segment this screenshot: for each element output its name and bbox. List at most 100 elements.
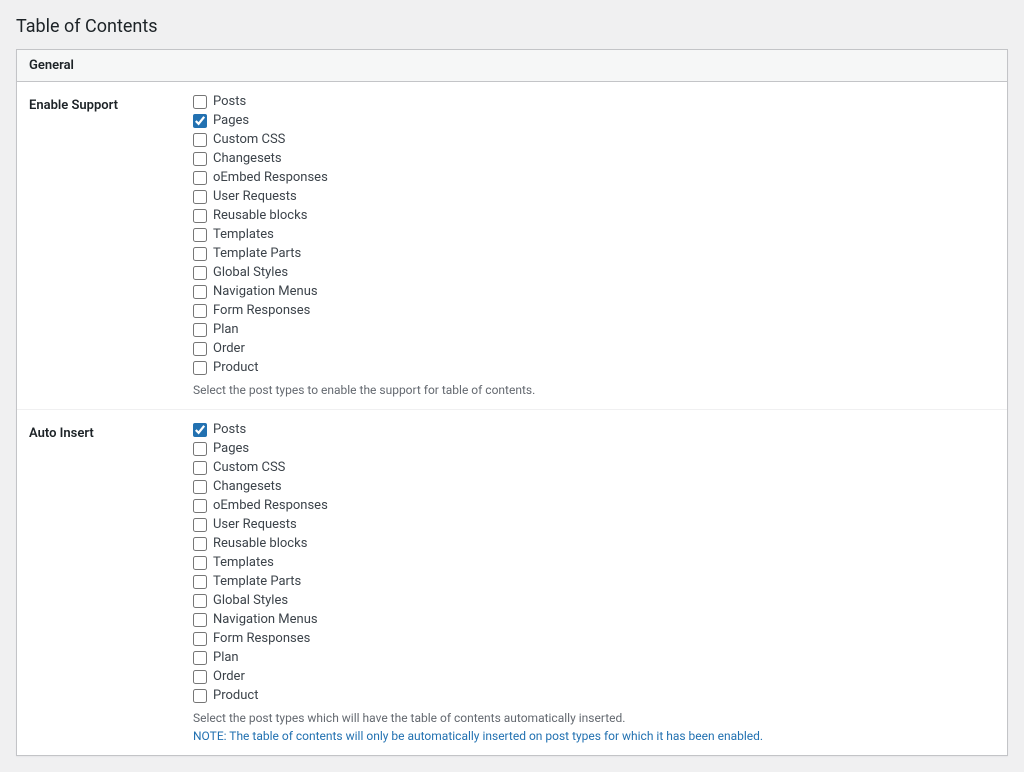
enable-support-row: Enable Support Posts Pages Custom CSS Chang… [17, 82, 1007, 410]
checkbox-item: oEmbed Responses [193, 170, 991, 185]
label-es_reusable[interactable]: Reusable blocks [213, 208, 307, 223]
checkbox-es_custom_css[interactable] [193, 133, 207, 147]
auto-insert-checkboxes: Posts Pages Custom CSS Changesets oEmbed Res… [193, 422, 991, 703]
checkbox-ai_plan[interactable] [193, 651, 207, 665]
label-es_changesets[interactable]: Changesets [213, 151, 282, 166]
checkbox-ai_global_styles[interactable] [193, 594, 207, 608]
auto-insert-note: NOTE: The table of contents will only be… [193, 729, 991, 743]
checkbox-es_user_requests[interactable] [193, 190, 207, 204]
checkbox-item: Global Styles [193, 593, 991, 608]
checkbox-item: Form Responses [193, 303, 991, 318]
checkbox-item: Template Parts [193, 574, 991, 589]
checkbox-ai_product[interactable] [193, 689, 207, 703]
label-es_template_parts[interactable]: Template Parts [213, 246, 301, 261]
checkbox-item: Posts [193, 422, 991, 437]
settings-card: General Enable Support PostsPagesCustom … [16, 49, 1008, 756]
checkbox-es_form_responses[interactable] [193, 304, 207, 318]
checkbox-item: Product [193, 360, 991, 375]
checkbox-item: Posts [193, 94, 991, 109]
checkbox-es_reusable[interactable] [193, 209, 207, 223]
checkbox-item: Plan [193, 322, 991, 337]
label-ai_template_parts[interactable]: Template Parts [213, 574, 301, 589]
label-es_oembed[interactable]: oEmbed Responses [213, 170, 328, 185]
checkbox-es_plan[interactable] [193, 323, 207, 337]
checkbox-ai_reusable[interactable] [193, 537, 207, 551]
checkbox-item: Navigation Menus [193, 284, 991, 299]
checkbox-item: Custom CSS [193, 132, 991, 147]
label-es_product[interactable]: Product [213, 360, 258, 375]
checkbox-ai_nav_menus[interactable] [193, 613, 207, 627]
checkbox-item: User Requests [193, 517, 991, 532]
checkbox-es_posts[interactable] [193, 95, 207, 109]
checkbox-es_oembed[interactable] [193, 171, 207, 185]
label-ai_global_styles[interactable]: Global Styles [213, 593, 288, 608]
label-es_nav_menus[interactable]: Navigation Menus [213, 284, 318, 299]
enable-support-checkboxes: Posts Pages Custom CSS Changesets oEmbed Res… [193, 94, 991, 375]
label-ai_product[interactable]: Product [213, 688, 258, 703]
label-ai_nav_menus[interactable]: Navigation Menus [213, 612, 318, 627]
checkbox-es_product[interactable] [193, 361, 207, 375]
label-es_form_responses[interactable]: Form Responses [213, 303, 310, 318]
label-ai_reusable[interactable]: Reusable blocks [213, 536, 307, 551]
label-es_order[interactable]: Order [213, 341, 245, 356]
checkbox-ai_form_responses[interactable] [193, 632, 207, 646]
checkbox-item: Reusable blocks [193, 208, 991, 223]
checkbox-item: Pages [193, 113, 991, 128]
checkbox-es_templates[interactable] [193, 228, 207, 242]
enable-support-label: Enable Support [17, 82, 177, 410]
checkbox-ai_templates[interactable] [193, 556, 207, 570]
auto-insert-label: Auto Insert [17, 410, 177, 756]
checkbox-es_pages[interactable] [193, 114, 207, 128]
label-ai_oembed[interactable]: oEmbed Responses [213, 498, 328, 513]
checkbox-item: Template Parts [193, 246, 991, 261]
label-es_posts[interactable]: Posts [213, 94, 246, 109]
auto-insert-row: Auto Insert Posts Pages Custom CSS Changese… [17, 410, 1007, 756]
label-es_user_requests[interactable]: User Requests [213, 189, 297, 204]
checkbox-item: Reusable blocks [193, 536, 991, 551]
auto-insert-help: Select the post types which will have th… [193, 711, 991, 725]
label-ai_custom_css[interactable]: Custom CSS [213, 460, 285, 475]
label-ai_changesets[interactable]: Changesets [213, 479, 282, 494]
checkbox-item: Custom CSS [193, 460, 991, 475]
checkbox-es_template_parts[interactable] [193, 247, 207, 261]
checkbox-item: Order [193, 669, 991, 684]
checkbox-item: Changesets [193, 479, 991, 494]
checkbox-es_order[interactable] [193, 342, 207, 356]
enable-support-content: Posts Pages Custom CSS Changesets oEmbed Res… [177, 82, 1007, 410]
checkbox-es_changesets[interactable] [193, 152, 207, 166]
enable-support-help: Select the post types to enable the supp… [193, 383, 991, 397]
label-ai_templates[interactable]: Templates [213, 555, 274, 570]
checkbox-ai_changesets[interactable] [193, 480, 207, 494]
label-ai_pages[interactable]: Pages [213, 441, 249, 456]
checkbox-item: Plan [193, 650, 991, 665]
label-ai_user_requests[interactable]: User Requests [213, 517, 297, 532]
label-es_plan[interactable]: Plan [213, 322, 239, 337]
checkbox-item: oEmbed Responses [193, 498, 991, 513]
checkbox-ai_user_requests[interactable] [193, 518, 207, 532]
checkbox-ai_custom_css[interactable] [193, 461, 207, 475]
checkbox-ai_pages[interactable] [193, 442, 207, 456]
checkbox-item: Form Responses [193, 631, 991, 646]
page-title: Table of Contents [16, 16, 1008, 37]
settings-table: Enable Support Posts Pages Custom CSS Chang… [17, 82, 1007, 755]
label-ai_form_responses[interactable]: Form Responses [213, 631, 310, 646]
checkbox-item: Templates [193, 227, 991, 242]
checkbox-item: Order [193, 341, 991, 356]
label-es_custom_css[interactable]: Custom CSS [213, 132, 285, 147]
checkbox-ai_posts[interactable] [193, 423, 207, 437]
checkbox-item: Product [193, 688, 991, 703]
label-es_global_styles[interactable]: Global Styles [213, 265, 288, 280]
checkbox-es_global_styles[interactable] [193, 266, 207, 280]
checkbox-item: User Requests [193, 189, 991, 204]
checkbox-item: Global Styles [193, 265, 991, 280]
label-ai_order[interactable]: Order [213, 669, 245, 684]
label-ai_plan[interactable]: Plan [213, 650, 239, 665]
checkbox-ai_oembed[interactable] [193, 499, 207, 513]
checkbox-item: Navigation Menus [193, 612, 991, 627]
checkbox-es_nav_menus[interactable] [193, 285, 207, 299]
label-ai_posts[interactable]: Posts [213, 422, 246, 437]
checkbox-ai_template_parts[interactable] [193, 575, 207, 589]
checkbox-ai_order[interactable] [193, 670, 207, 684]
label-es_templates[interactable]: Templates [213, 227, 274, 242]
label-es_pages[interactable]: Pages [213, 113, 249, 128]
